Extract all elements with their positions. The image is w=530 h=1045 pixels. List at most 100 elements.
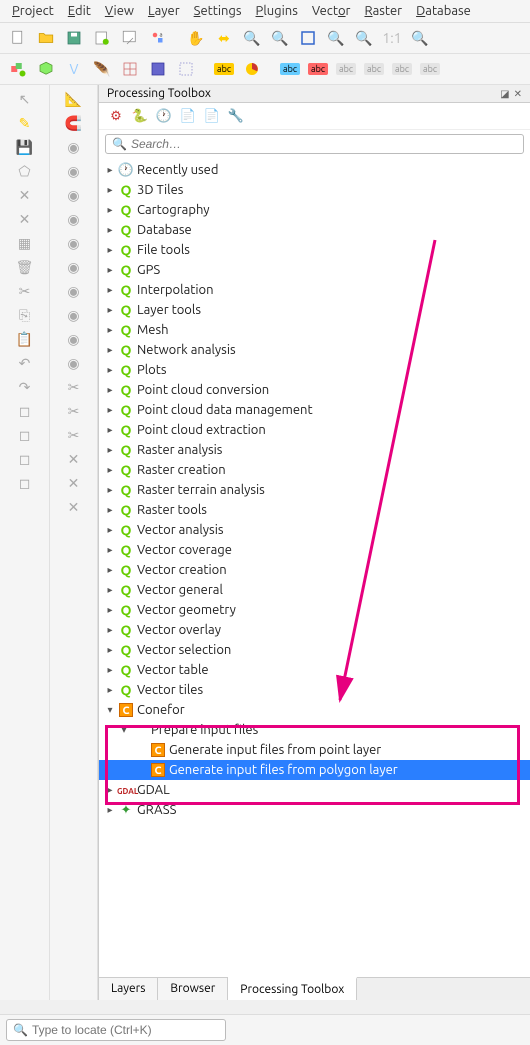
change-label-icon[interactable]: abc <box>418 57 442 81</box>
panel-close-icon[interactable]: ✕ <box>514 88 522 100</box>
save-edits-icon[interactable]: 💾 <box>15 137 35 157</box>
menu-vector[interactable]: Vector <box>312 4 351 18</box>
processing-options-icon[interactable]: 🔧 <box>227 107 245 125</box>
split-icon[interactable]: ◉ <box>64 233 84 253</box>
tree-cat-mesh[interactable]: ▸QMesh <box>99 320 530 340</box>
add-part-icon[interactable]: ◻ <box>15 449 35 469</box>
undo-icon[interactable]: ↶ <box>15 353 35 373</box>
tree-grass[interactable]: ▸✦GRASS <box>99 800 530 820</box>
delete-icon[interactable]: 🗑 <box>15 257 35 277</box>
tree-cat-vector-analysis[interactable]: ▸QVector analysis <box>99 520 530 540</box>
tree-conefor-polygon[interactable]: CGenerate input files from polygon layer <box>99 760 530 780</box>
tree-cat-vector-geometry[interactable]: ▸QVector geometry <box>99 600 530 620</box>
tree-recently-used[interactable]: ▸🕐Recently used <box>99 160 530 180</box>
new-mesh-icon[interactable] <box>118 57 142 81</box>
tree-cat-layer-tools[interactable]: ▸QLayer tools <box>99 300 530 320</box>
cut-icon[interactable]: ✂ <box>15 281 35 301</box>
menu-plugins[interactable]: Plugins <box>256 4 298 18</box>
new-project-icon[interactable] <box>6 26 30 50</box>
menu-raster[interactable]: Raster <box>364 4 402 18</box>
menu-database[interactable]: Database <box>416 4 471 18</box>
tree-cat-raster-tools[interactable]: ▸QRaster tools <box>99 500 530 520</box>
pin-label-icon[interactable]: abc <box>306 57 330 81</box>
zoom-native-icon[interactable]: 1:1 <box>380 26 404 50</box>
rotate-label-icon[interactable]: abc <box>390 57 414 81</box>
zoom-selection-icon[interactable]: 🔍 <box>352 26 376 50</box>
rotate-feat-icon[interactable]: ◉ <box>64 281 84 301</box>
new-virtual-layer-icon[interactable] <box>174 57 198 81</box>
tree-conefor-point[interactable]: CGenerate input files from point layer <box>99 740 530 760</box>
tree-cat-plots[interactable]: ▸QPlots <box>99 360 530 380</box>
move-label-icon[interactable]: abc <box>362 57 386 81</box>
offset-icon[interactable]: ◉ <box>64 161 84 181</box>
zoom-out-icon[interactable]: 🔍 <box>268 26 292 50</box>
processing-model-icon[interactable]: 📄 <box>203 107 221 125</box>
new-gpx-icon[interactable] <box>146 57 170 81</box>
simplify-icon[interactable]: ◉ <box>64 185 84 205</box>
identify-icon[interactable]: ↖ <box>15 89 35 109</box>
tree-cat-vector-selection[interactable]: ▸QVector selection <box>99 640 530 660</box>
tree-cat-cartography[interactable]: ▸QCartography <box>99 200 530 220</box>
trace-icon[interactable]: ◉ <box>64 137 84 157</box>
new-shapefile-icon[interactable]: V <box>62 57 86 81</box>
search-box[interactable]: 🔍 <box>105 134 524 154</box>
locator-bar[interactable]: 🔍 <box>6 1019 226 1041</box>
open-data-source-icon[interactable] <box>6 57 30 81</box>
copy-icon[interactable]: ⎘ <box>15 305 35 325</box>
algorithm-tree[interactable]: ▸🕐Recently used▸Q3D Tiles▸QCartography▸Q… <box>99 158 530 977</box>
new-geopackage-icon[interactable] <box>34 57 58 81</box>
processing-run-icon[interactable]: ⚙ <box>107 107 125 125</box>
measure-icon[interactable]: 📐 <box>64 89 84 109</box>
menu-project[interactable]: Project <box>12 4 54 18</box>
tree-cat-3d-tiles[interactable]: ▸Q3D Tiles <box>99 180 530 200</box>
merge-icon[interactable]: ◉ <box>64 257 84 277</box>
extra1-icon[interactable]: ✕ <box>64 449 84 469</box>
search-input[interactable] <box>131 137 517 151</box>
show-hide-label-icon[interactable]: abc <box>334 57 358 81</box>
style-manager-icon[interactable]: a <box>146 26 170 50</box>
edit-pencil-icon[interactable]: ✎ <box>15 113 35 133</box>
locator-input[interactable] <box>32 1023 219 1037</box>
tree-cat-gps[interactable]: ▸QGPS <box>99 260 530 280</box>
extra3-icon[interactable]: ✕ <box>64 497 84 517</box>
layout-manager-icon[interactable] <box>118 26 142 50</box>
fill-ring-icon[interactable]: ◉ <box>64 353 84 373</box>
save-project-icon[interactable] <box>62 26 86 50</box>
add-feature-icon[interactable]: ◻ <box>15 401 35 421</box>
attributes-icon[interactable]: ▦ <box>15 233 35 253</box>
panel-dock-icon[interactable]: ◪ <box>500 88 509 100</box>
tree-cat-vector-overlay[interactable]: ▸QVector overlay <box>99 620 530 640</box>
snapping-icon[interactable]: 🧲 <box>64 113 84 133</box>
tab-browser[interactable]: Browser <box>158 978 228 1000</box>
add-ring-icon[interactable]: ◻ <box>15 425 35 445</box>
tree-conefor[interactable]: ▾CConefor <box>99 700 530 720</box>
tree-cat-raster-analysis[interactable]: ▸QRaster analysis <box>99 440 530 460</box>
move-feat-icon[interactable]: ◉ <box>64 329 84 349</box>
tab-processing-toolbox[interactable]: Processing Toolbox <box>228 977 357 1000</box>
tree-gdal[interactable]: ▸GDALGDAL <box>99 780 530 800</box>
zoom-layer-icon[interactable]: 🔍 <box>324 26 348 50</box>
tree-cat-vector-table[interactable]: ▸QVector table <box>99 660 530 680</box>
tree-cat-database[interactable]: ▸QDatabase <box>99 220 530 240</box>
zoom-in-icon[interactable]: 🔍 <box>240 26 264 50</box>
tree-cat-raster-terrain-analysis[interactable]: ▸QRaster terrain analysis <box>99 480 530 500</box>
label-tool-icon[interactable]: abc <box>212 57 236 81</box>
menu-edit[interactable]: Edit <box>68 4 91 18</box>
pan-to-selection-icon[interactable]: ⬌ <box>212 26 236 50</box>
zoom-last-icon[interactable]: 🔍 <box>408 26 432 50</box>
pan-icon[interactable]: ✋ <box>184 26 208 50</box>
del-ring-icon[interactable]: ✂ <box>64 377 84 397</box>
new-print-layout-icon[interactable] <box>90 26 114 50</box>
del-part-icon[interactable]: ✂ <box>64 401 84 421</box>
redo-icon[interactable]: ↷ <box>15 377 35 397</box>
tree-cat-vector-general[interactable]: ▸QVector general <box>99 580 530 600</box>
tree-cat-point-cloud-extraction[interactable]: ▸QPoint cloud extraction <box>99 420 530 440</box>
processing-python-icon[interactable]: 🐍 <box>131 107 149 125</box>
tab-layers[interactable]: Layers <box>99 978 158 1000</box>
extra2-icon[interactable]: ✕ <box>64 473 84 493</box>
menu-layer[interactable]: Layer <box>148 4 180 18</box>
tree-cat-interpolation[interactable]: ▸QInterpolation <box>99 280 530 300</box>
tree-cat-file-tools[interactable]: ▸QFile tools <box>99 240 530 260</box>
highlight-label-icon[interactable]: abc <box>278 57 302 81</box>
open-project-icon[interactable] <box>34 26 58 50</box>
